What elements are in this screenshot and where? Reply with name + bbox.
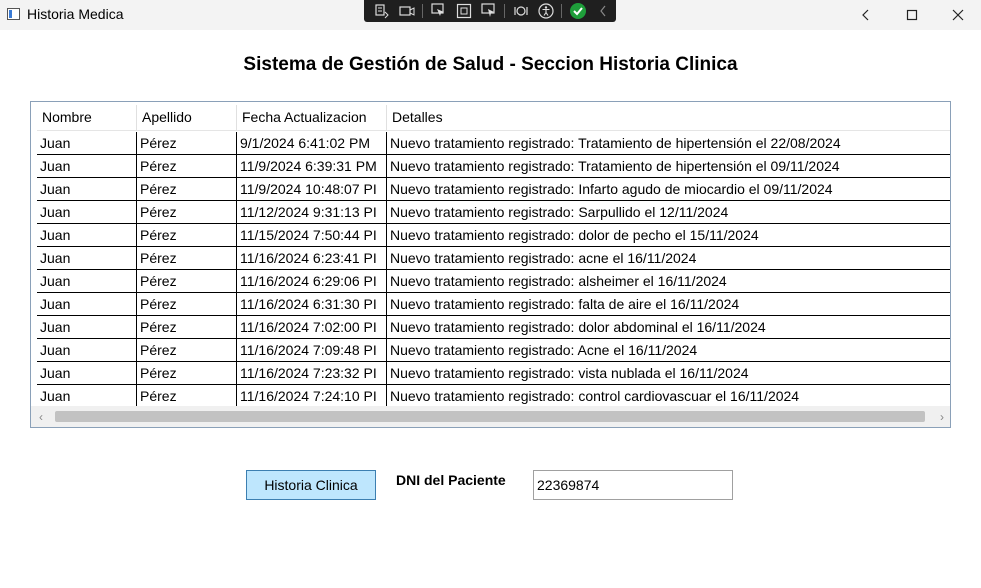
cell-nombre[interactable]: Juan: [37, 155, 137, 177]
cell-apellido[interactable]: Pérez: [137, 178, 237, 200]
toolbar-separator: [504, 4, 505, 18]
column-header-detalles[interactable]: Detalles: [387, 105, 950, 131]
collapse-toolbar-icon[interactable]: [593, 2, 612, 20]
scroll-right-icon[interactable]: ›: [940, 410, 944, 424]
cell-nombre[interactable]: Juan: [37, 270, 137, 292]
cell-fecha[interactable]: 9/1/2024 6:41:02 PM: [237, 132, 387, 154]
cell-apellido[interactable]: Pérez: [137, 201, 237, 223]
cell-fecha[interactable]: 11/15/2024 7:50:44 PI: [237, 224, 387, 246]
cell-apellido[interactable]: Pérez: [137, 339, 237, 361]
accessibility-icon[interactable]: [536, 2, 555, 20]
cell-apellido[interactable]: Pérez: [137, 247, 237, 269]
table-row[interactable]: Juan Pérez 11/16/2024 7:24:10 PI Nuevo trat…: [37, 385, 950, 408]
cell-detalles[interactable]: Nuevo tratamiento registrado: Tratamient…: [387, 132, 950, 154]
dni-label: DNI del Paciente: [396, 472, 506, 488]
table-row[interactable]: Juan Pérez 9/1/2024 6:41:02 PM Nuevo tratam…: [37, 132, 950, 155]
cell-detalles[interactable]: Nuevo tratamiento registrado: Acne el 16…: [387, 339, 950, 361]
cell-fecha[interactable]: 11/16/2024 7:24:10 PI: [237, 385, 387, 407]
toolbar-separator: [422, 4, 423, 18]
cell-nombre[interactable]: Juan: [37, 293, 137, 315]
page-title: Sistema de Gestión de Salud - Seccion Hi…: [243, 54, 738, 75]
cell-apellido[interactable]: Pérez: [137, 132, 237, 154]
table-row[interactable]: Juan Pérez 11/16/2024 6:31:30 PI Nuevo trat…: [37, 293, 950, 316]
cell-fecha[interactable]: 11/12/2024 9:31:13 PI: [237, 201, 387, 223]
cell-apellido[interactable]: Pérez: [137, 224, 237, 246]
select-element-icon[interactable]: [429, 2, 448, 20]
cell-apellido[interactable]: Pérez: [137, 316, 237, 338]
live-visual-tree-icon[interactable]: [372, 2, 391, 20]
column-header-fecha[interactable]: Fecha Actualizacion: [237, 105, 387, 131]
table-row[interactable]: Juan Pérez 11/9/2024 10:48:07 PI Nuevo trat…: [37, 178, 950, 201]
historia-clinica-button[interactable]: Historia Clinica: [246, 470, 376, 500]
track-focus-icon[interactable]: [479, 2, 498, 20]
cell-nombre[interactable]: Juan: [37, 178, 137, 200]
cell-detalles[interactable]: Nuevo tratamiento registrado: falta de a…: [387, 293, 950, 315]
horizontal-scrollbar[interactable]: ‹ ›: [31, 406, 950, 427]
column-header-apellido[interactable]: Apellido: [137, 105, 237, 131]
cell-nombre[interactable]: Juan: [37, 132, 137, 154]
table-row[interactable]: Juan Pérez 11/16/2024 7:02:00 PI Nuevo trat…: [37, 316, 950, 339]
cell-nombre[interactable]: Juan: [37, 247, 137, 269]
table-row[interactable]: Juan Pérez 11/15/2024 7:50:44 PI Nuevo trat…: [37, 224, 950, 247]
close-button[interactable]: [935, 0, 981, 30]
cell-detalles[interactable]: Nuevo tratamiento registrado: Infarto ag…: [387, 178, 950, 200]
cell-fecha[interactable]: 11/16/2024 6:31:30 PI: [237, 293, 387, 315]
record-icon[interactable]: [397, 2, 416, 20]
minimize-button[interactable]: [843, 0, 889, 30]
xaml-debug-toolbar: [364, 0, 616, 22]
cell-detalles[interactable]: Nuevo tratamiento registrado: Tratamient…: [387, 155, 950, 177]
title-bar: Historia Medica: [0, 0, 981, 30]
column-header-nombre[interactable]: Nombre: [37, 105, 137, 131]
cell-fecha[interactable]: 11/16/2024 6:23:41 PI: [237, 247, 387, 269]
maximize-icon: [906, 9, 918, 21]
cell-fecha[interactable]: 11/16/2024 7:02:00 PI: [237, 316, 387, 338]
scrollbar-thumb[interactable]: [55, 411, 925, 422]
minimize-icon: [862, 9, 869, 21]
table-row[interactable]: Juan Pérez 11/16/2024 7:09:48 PI Nuevo trat…: [37, 339, 950, 362]
cell-fecha[interactable]: 11/16/2024 6:29:06 PI: [237, 270, 387, 292]
cell-apellido[interactable]: Pérez: [137, 270, 237, 292]
history-data-grid[interactable]: Nombre Apellido Fecha Actualizacion Deta…: [30, 101, 951, 428]
toolbar-separator: [561, 4, 562, 18]
cell-detalles[interactable]: Nuevo tratamiento registrado: dolor de p…: [387, 224, 950, 246]
window-title: Historia Medica: [27, 6, 124, 22]
display-layout-adorners-icon[interactable]: [454, 2, 473, 20]
cell-nombre[interactable]: Juan: [37, 201, 137, 223]
dni-input[interactable]: [533, 470, 733, 500]
cell-detalles[interactable]: Nuevo tratamiento registrado: control ca…: [387, 385, 950, 407]
table-row[interactable]: Juan Pérez 11/16/2024 7:23:32 PI Nuevo trat…: [37, 362, 950, 385]
app-window-icon: [7, 8, 20, 20]
table-row[interactable]: Juan Pérez 11/12/2024 9:31:13 PI Nuevo trat…: [37, 201, 950, 224]
cell-apellido[interactable]: Pérez: [137, 385, 237, 407]
maximize-button[interactable]: [889, 0, 935, 30]
scroll-left-icon[interactable]: ‹: [39, 410, 43, 424]
table-row[interactable]: Juan Pérez 11/16/2024 6:29:06 PI Nuevo trat…: [37, 270, 950, 293]
cell-fecha[interactable]: 11/9/2024 10:48:07 PI: [237, 178, 387, 200]
table-row[interactable]: Juan Pérez 11/9/2024 6:39:31 PM Nuevo trata…: [37, 155, 950, 178]
cell-fecha[interactable]: 11/16/2024 7:23:32 PI: [237, 362, 387, 384]
cell-apellido[interactable]: Pérez: [137, 293, 237, 315]
cell-detalles[interactable]: Nuevo tratamiento registrado: vista nubl…: [387, 362, 950, 384]
cell-nombre[interactable]: Juan: [37, 316, 137, 338]
grid-header: Nombre Apellido Fecha Actualizacion Deta…: [37, 105, 950, 131]
cell-nombre[interactable]: Juan: [37, 362, 137, 384]
grid-rows: Juan Pérez 9/1/2024 6:41:02 PM Nuevo tratam…: [37, 132, 950, 408]
hot-reload-icon[interactable]: [511, 2, 530, 20]
cell-detalles[interactable]: Nuevo tratamiento registrado: dolor abdo…: [387, 316, 950, 338]
binding-ok-icon[interactable]: [568, 2, 587, 20]
cell-apellido[interactable]: Pérez: [137, 155, 237, 177]
cell-fecha[interactable]: 11/16/2024 7:09:48 PI: [237, 339, 387, 361]
cell-fecha[interactable]: 11/9/2024 6:39:31 PM: [237, 155, 387, 177]
cell-nombre[interactable]: Juan: [37, 224, 137, 246]
table-row[interactable]: Juan Pérez 11/16/2024 6:23:41 PI Nuevo trat…: [37, 247, 950, 270]
cell-nombre[interactable]: Juan: [37, 339, 137, 361]
close-icon: [952, 9, 964, 21]
cell-detalles[interactable]: Nuevo tratamiento registrado: Sarpullido…: [387, 201, 950, 223]
cell-detalles[interactable]: Nuevo tratamiento registrado: acne el 16…: [387, 247, 950, 269]
cell-nombre[interactable]: Juan: [37, 385, 137, 407]
cell-detalles[interactable]: Nuevo tratamiento registrado: alsheimer …: [387, 270, 950, 292]
cell-apellido[interactable]: Pérez: [137, 362, 237, 384]
